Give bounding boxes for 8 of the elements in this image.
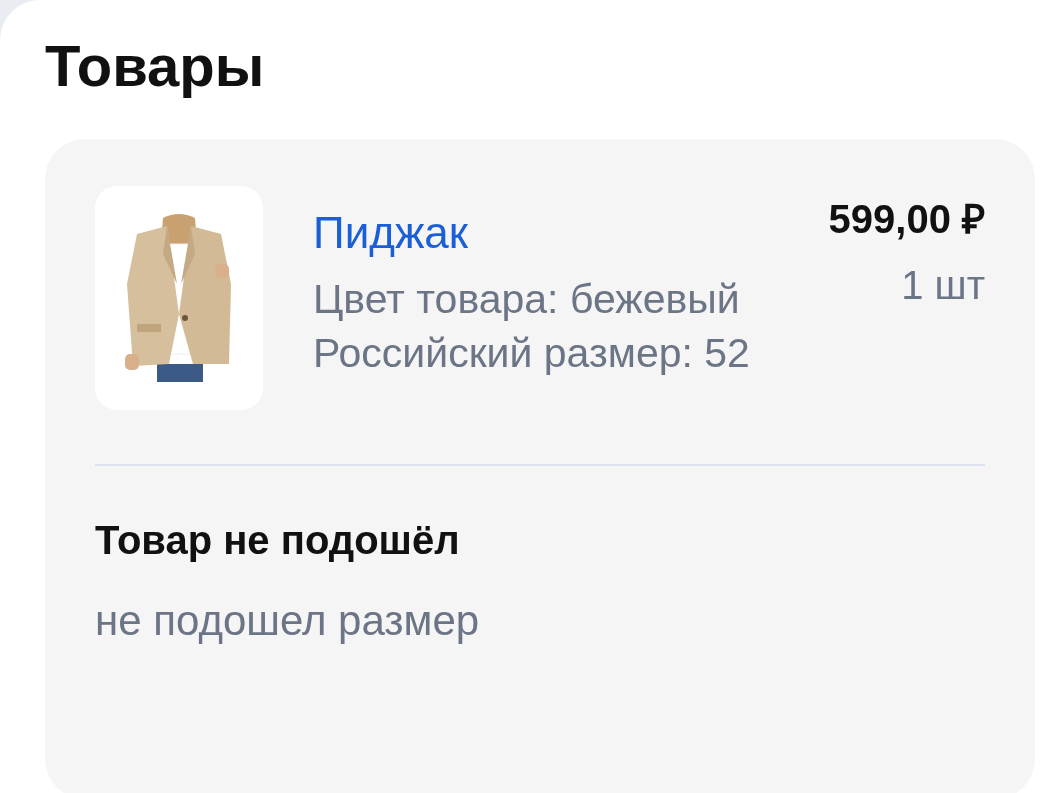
page-title: Товары (45, 32, 265, 99)
return-reason-title: Товар не подошёл (95, 518, 461, 563)
product-attribute: Российский размер: 52 (313, 329, 751, 378)
product-quantity: 1 шт (901, 263, 985, 308)
return-reason-comment: не подошел размер (95, 597, 481, 645)
product-link[interactable]: Пиджак (313, 208, 779, 258)
product-price: 599,00 ₽ (828, 196, 985, 243)
product-attribute: Цвет товара: бежевый (313, 275, 741, 324)
